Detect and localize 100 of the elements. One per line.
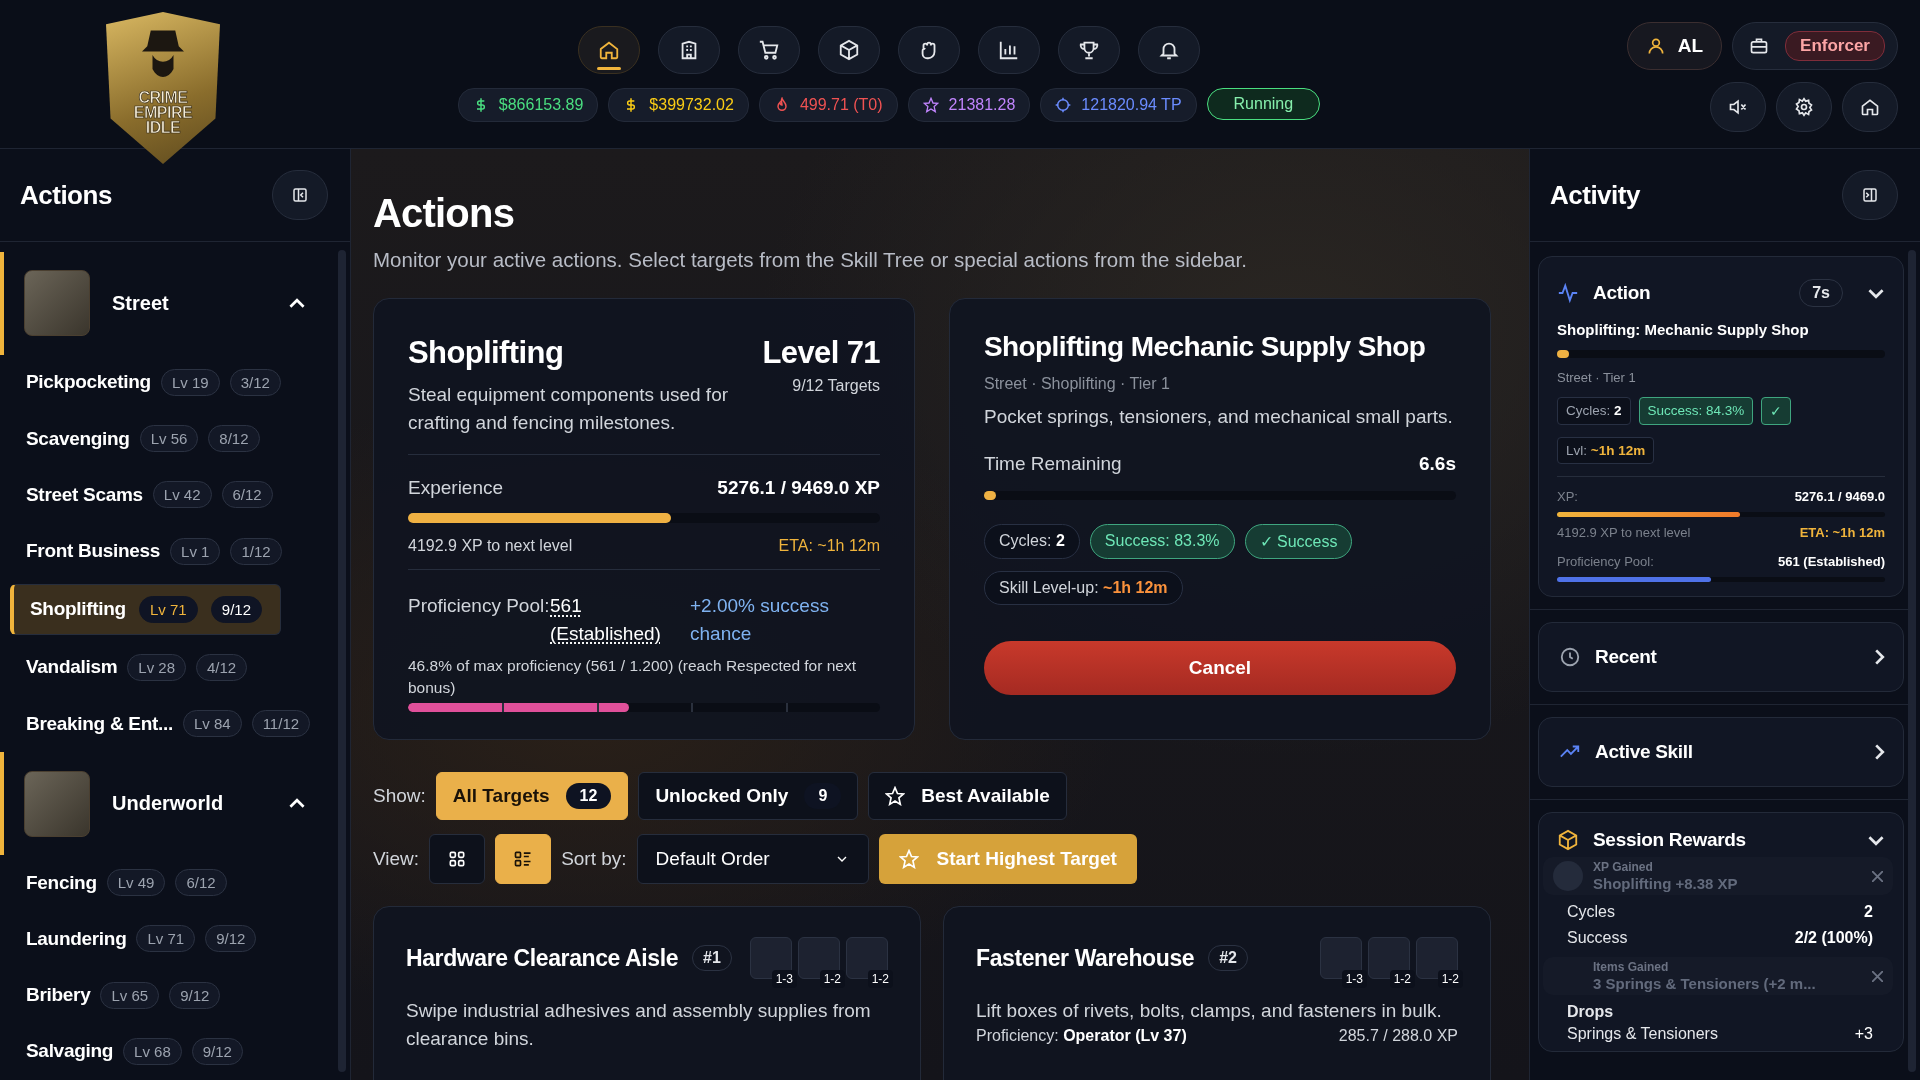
- skill-name: Front Business: [26, 540, 161, 563]
- targets-badge: 9/12: [210, 595, 262, 623]
- nav-tab[interactable]: [738, 26, 800, 74]
- filter-button[interactable]: Best Available: [868, 772, 1067, 820]
- level-badge: Lv 1: [170, 537, 221, 565]
- clock-icon: [1559, 646, 1581, 668]
- filter-button[interactable]: All Targets 12: [435, 772, 629, 820]
- xp-value: 5276.1 / 9469.0: [1794, 489, 1885, 504]
- chevron-down-icon[interactable]: [1867, 834, 1885, 846]
- collapsible-section[interactable]: Recent: [1538, 622, 1904, 692]
- pool-value: 561 (Established): [1778, 554, 1885, 569]
- resource-pill: 21381.28: [907, 88, 1031, 122]
- bar-chart-icon: [998, 39, 1020, 61]
- target-icon: [1055, 97, 1072, 113]
- skill-item[interactable]: Vandalism Lv 28 4/12: [10, 643, 264, 692]
- skill-name: Vandalism: [26, 656, 118, 679]
- skill-item[interactable]: Street Scams Lv 42 6/12: [10, 471, 289, 519]
- level-badge: Lv 49: [106, 869, 166, 897]
- pool-label: Proficiency Pool:: [1557, 554, 1654, 569]
- level-badge: Lv 68: [123, 1037, 182, 1065]
- category-header[interactable]: Street: [0, 252, 334, 355]
- target-card[interactable]: Hardware Clearance Aisle #1 1-3 1-2 1-2 Swipe industrial adhesives and assembly supplies from clearance bins.: [373, 906, 921, 1080]
- user-button[interactable]: AL: [1626, 22, 1723, 70]
- sort-dropdown[interactable]: Default Order: [636, 834, 869, 884]
- nav-tab[interactable]: [658, 26, 720, 74]
- scrollbar[interactable]: [1908, 250, 1916, 1072]
- target-name: Hardware Clearance Aisle: [406, 944, 679, 972]
- chevron-down-icon[interactable]: [1867, 287, 1885, 299]
- proficiency-value[interactable]: 561 (Established): [550, 592, 690, 648]
- toast-text: Shoplifting +8.38 XP: [1593, 875, 1739, 892]
- collapse-activity-button[interactable]: [1842, 170, 1898, 220]
- sort-label: Sort by:: [561, 848, 627, 870]
- nav-tab[interactable]: [978, 26, 1040, 74]
- category-header[interactable]: Underworld: [0, 752, 334, 856]
- eta-text: ETA: ~1h 12m: [778, 537, 880, 556]
- settings-button[interactable]: [1776, 82, 1832, 132]
- level-badge: Lv 42: [152, 481, 212, 509]
- skill-name: Breaking & Ent...: [26, 712, 173, 735]
- cancel-button[interactable]: Cancel: [984, 640, 1456, 695]
- action-description: Pocket springs, tensioners, and mechanical small parts.: [984, 405, 1454, 429]
- home-button[interactable]: [1842, 82, 1898, 132]
- targets-badge: 11/12: [251, 710, 311, 738]
- nav-tab[interactable]: [898, 26, 960, 74]
- resource-pill: 499.71 (T0): [758, 88, 898, 122]
- close-icon[interactable]: [1872, 870, 1883, 882]
- filter-button[interactable]: Unlocked Only 9: [638, 772, 859, 820]
- star-icon: [922, 97, 939, 113]
- targets-badge: 9/12: [191, 1037, 243, 1065]
- proficiency-bonus: +2.00% success chance: [690, 594, 830, 646]
- targets-badge: 1/12: [230, 537, 282, 565]
- skill-name: Scavenging: [26, 427, 130, 450]
- skill-item[interactable]: Bribery Lv 65 9/12: [10, 971, 237, 1019]
- target-name: Fastener Warehouse: [976, 944, 1195, 972]
- target-card[interactable]: Fastener Warehouse #2 1-3 1-2 1-2 Lift boxes of rivets, bolts, clamps, and fasteners in bulk. Proficiency: Operator (Lv 37) 285.7 / 288.0 XP: [943, 906, 1491, 1080]
- star-icon: [885, 786, 906, 806]
- skill-item[interactable]: Fencing Lv 49 6/12: [10, 859, 243, 907]
- cycles-badge: Cycles: 2: [984, 523, 1080, 559]
- page-title: Actions: [373, 191, 516, 236]
- time-value: 6.6s: [1419, 452, 1456, 475]
- target-xp: 285.7 / 288.0 XP: [1338, 1026, 1458, 1045]
- panel-collapse-icon: [291, 186, 309, 204]
- targets-badge: 3/12: [229, 368, 281, 396]
- xp-to-next: 4192.9 XP to next level: [1557, 525, 1691, 540]
- skill-item[interactable]: Scavenging Lv 56 8/12: [10, 414, 276, 463]
- skill-item[interactable]: Front Business Lv 1 1/12: [10, 527, 298, 575]
- scrollbar[interactable]: [338, 250, 346, 1072]
- toast-title: XP Gained: [1593, 860, 1654, 874]
- skill-level: Level 71: [762, 335, 880, 371]
- proficiency-note: 46.8% of max proficiency (561 / 1.200) (reach Respected for next bonus): [408, 656, 857, 698]
- target-proficiency: Proficiency: Operator (Lv 37): [976, 1026, 1187, 1045]
- rank-button[interactable]: Enforcer: [1732, 22, 1898, 70]
- nav-tab[interactable]: [1138, 26, 1200, 74]
- skill-item[interactable]: Salvaging Lv 68 9/12: [10, 1027, 259, 1075]
- action-panel-title: Action: [1593, 282, 1652, 304]
- skill-item[interactable]: Shoplifting Lv 71 9/12: [10, 583, 281, 635]
- skill-item[interactable]: Pickpocketing Lv 19 3/12: [10, 358, 297, 406]
- view-toggle[interactable]: [429, 834, 486, 884]
- mute-button[interactable]: [1710, 82, 1766, 132]
- collapse-sidebar-button[interactable]: [272, 170, 328, 220]
- experience-value: 5276.1 / 9469.0 XP: [717, 477, 880, 500]
- quantity-badge: 1-3: [771, 970, 797, 988]
- action-name: Shoplifting: Mechanic Supply Shop: [1557, 321, 1810, 338]
- success-chance-badge: Success: 84.3%: [1638, 397, 1754, 425]
- home-icon: [598, 39, 620, 61]
- show-label: Show:: [373, 785, 426, 807]
- action-meta: Street · Shoplifting · Tier 1: [984, 375, 1171, 393]
- quantity-badge: 1-2: [819, 970, 845, 988]
- resource-pill: 121820.94 TP: [1040, 88, 1197, 122]
- skill-item[interactable]: Laundering Lv 71 9/12: [10, 915, 273, 963]
- nav-tab[interactable]: [818, 26, 880, 74]
- targets-count: 9/12 Targets: [791, 377, 880, 395]
- view-toggle[interactable]: [495, 834, 552, 884]
- collapsible-section[interactable]: Active Skill: [1538, 717, 1904, 787]
- nav-tab[interactable]: [578, 26, 640, 74]
- reward-label: Success: [1567, 929, 1628, 947]
- nav-tab[interactable]: [1058, 26, 1120, 74]
- close-icon[interactable]: [1872, 970, 1883, 982]
- skill-item[interactable]: Breaking & Ent... Lv 84 11/12: [10, 700, 327, 748]
- level-badge: Lv 71: [136, 925, 196, 953]
- targets-badge: 6/12: [175, 869, 227, 897]
